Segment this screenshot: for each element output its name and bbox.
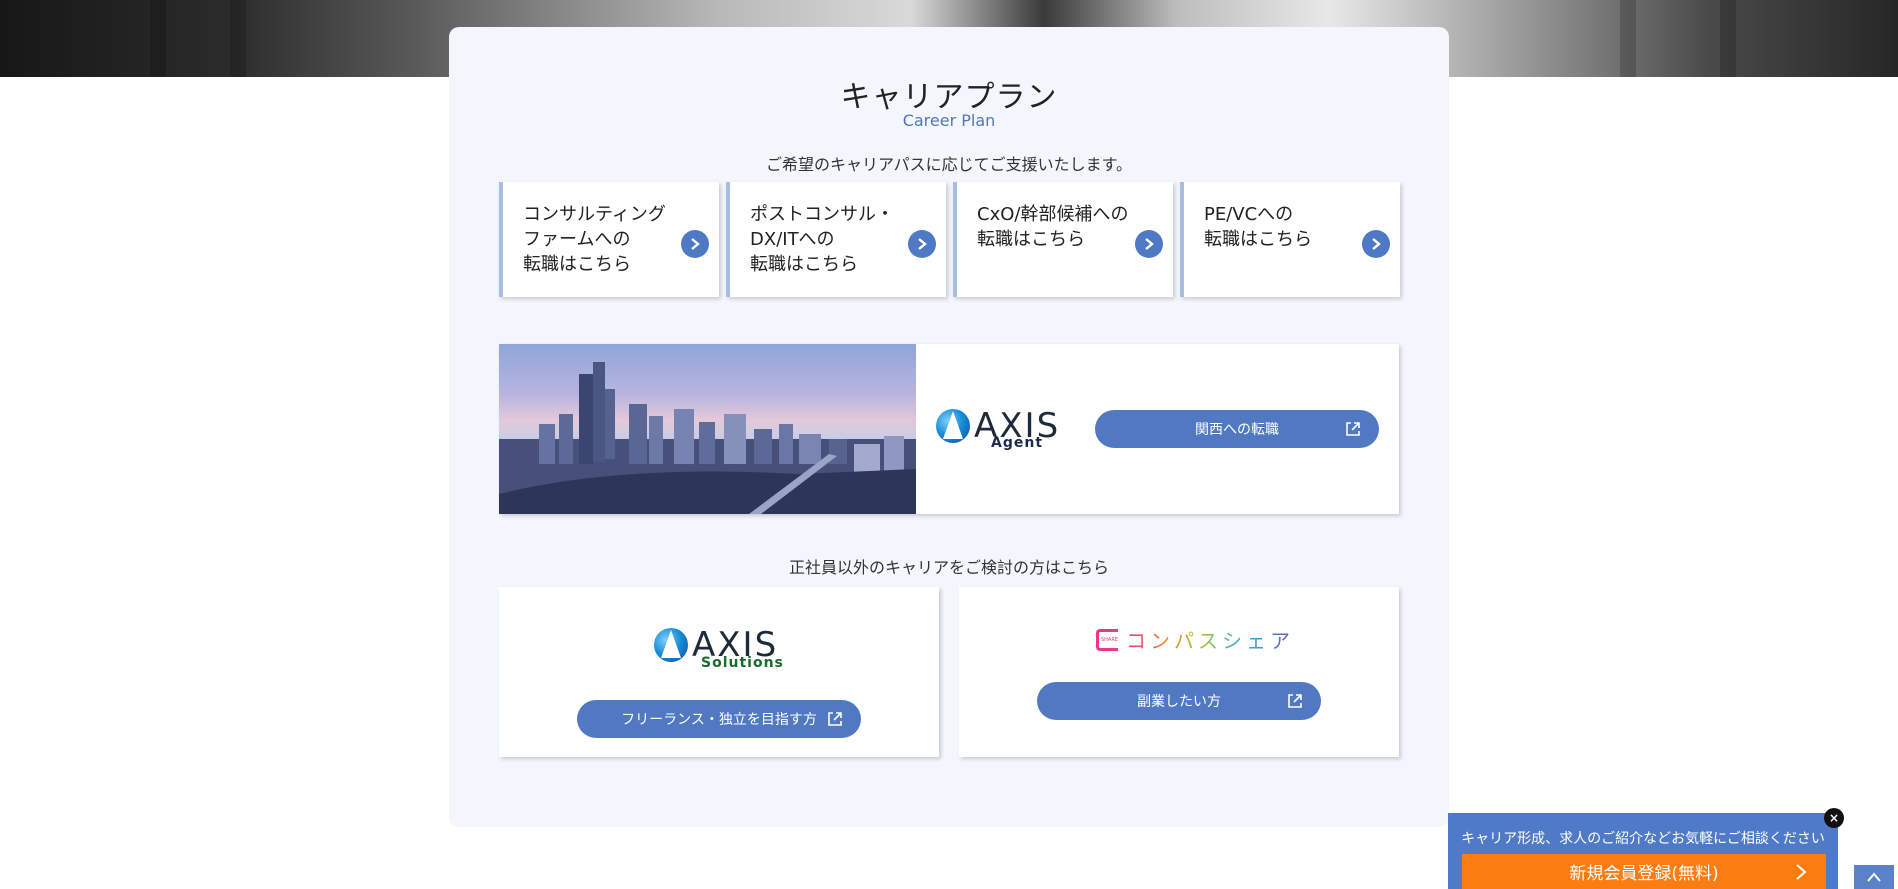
career-card-label: コンサルティング ファームへの 転職はこちら: [523, 204, 666, 275]
chevron-right-icon: [1135, 230, 1163, 258]
axis-logo-mark: [936, 409, 970, 443]
freelance-button[interactable]: フリーランス・独立を目指す方: [577, 700, 861, 738]
section-subtitle: Career Plan: [902, 111, 996, 130]
external-link-icon: [1346, 422, 1360, 436]
axis-solutions-logo-sub: Solutions: [701, 655, 784, 671]
compass-share-logo-text: コンパスシェア: [1126, 625, 1294, 654]
axis-solutions-card: AXIS Solutions フリーランス・独立を目指す方: [499, 587, 939, 757]
section-lead: ご希望のキャリアパスに応じてご支援いたします。: [765, 155, 1133, 174]
osaka-cityscape-photo: [499, 344, 916, 514]
side-job-button-label: 副業したい方: [1137, 694, 1221, 710]
external-link-icon: [1288, 694, 1302, 708]
career-card-pe-vc[interactable]: PE/VCへの 転職はこちら: [1180, 182, 1400, 297]
career-card-post-consul[interactable]: ポストコンサル・ DX/ITへの 転職はこちら: [726, 182, 946, 297]
compass-share-logo-mark: SHARE: [1096, 628, 1118, 651]
career-card-label: ポストコンサル・ DX/ITへの 転職はこちら: [750, 204, 894, 275]
career-plan-panel: キャリアプラン Career Plan ご希望のキャリアパスに応じてご支援いたし…: [449, 27, 1449, 827]
external-link-icon: [828, 712, 842, 726]
chevron-right-icon: [1796, 864, 1807, 880]
hero-bookshelf-decor: [1720, 0, 1736, 77]
freelance-button-label: フリーランス・独立を目指す方: [621, 712, 817, 728]
career-card-consulting[interactable]: コンサルティング ファームへの 転職はこちら: [499, 182, 719, 297]
hero-bookshelf-decor: [1620, 0, 1636, 77]
axis-logo-mark: [654, 628, 688, 662]
career-card-cxo[interactable]: CxO/幹部候補への 転職はこちら: [953, 182, 1173, 297]
hero-bookshelf-decor: [150, 0, 166, 77]
career-card-label: PE/VCへの 転職はこちら: [1204, 204, 1312, 250]
consultation-cta-banner: キャリア形成、求人のご紹介などお気軽にご相談ください 新規会員登録(無料): [1448, 813, 1838, 889]
axis-agent-logo-sub: Agent: [991, 435, 1044, 451]
career-card-label: CxO/幹部候補への 転職はこちら: [977, 204, 1129, 250]
chevron-up-icon: [1867, 872, 1881, 882]
chevron-right-icon: [908, 230, 936, 258]
register-button[interactable]: 新規会員登録(無料): [1462, 854, 1826, 889]
close-icon[interactable]: ×: [1824, 808, 1844, 828]
compass-share-card: SHARE コンパスシェア 副業したい方: [959, 587, 1399, 757]
chevron-right-icon: [1362, 230, 1390, 258]
chevron-right-icon: [681, 230, 709, 258]
cta-message: キャリア形成、求人のご紹介などお気軽にご相談ください: [1461, 831, 1825, 847]
non-fulltime-label: 正社員以外のキャリアをご検討の方はこちら: [788, 558, 1109, 577]
register-button-label: 新規会員登録(無料): [1569, 864, 1719, 884]
compass-share-logo: SHARE コンパスシェア: [1096, 625, 1294, 654]
kansai-job-change-button[interactable]: 関西への転職: [1095, 410, 1379, 448]
axis-agent-banner: AXIS Agent 関西への転職: [499, 344, 1399, 514]
scroll-to-top-button[interactable]: [1854, 865, 1894, 889]
section-title: キャリアプラン: [840, 80, 1058, 115]
hero-bookshelf-decor: [230, 0, 246, 77]
kansai-button-label: 関西への転職: [1195, 422, 1279, 438]
side-job-button[interactable]: 副業したい方: [1037, 682, 1321, 720]
